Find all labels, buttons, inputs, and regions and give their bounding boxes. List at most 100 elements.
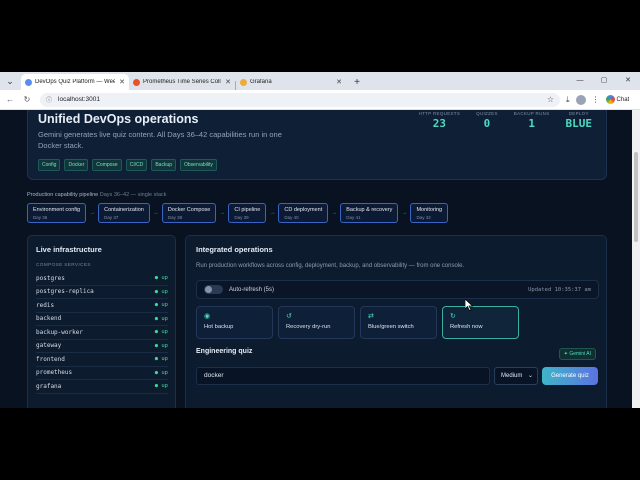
service-name: postgres [36, 274, 65, 282]
infrastructure-panel: Live infrastructure COMPOSE SERVICES pos… [27, 235, 176, 408]
list-item: backend ● up [36, 313, 168, 326]
status-badge: ● up [154, 329, 168, 336]
service-name: backup-worker [36, 328, 83, 336]
metric-value: BLUE [565, 117, 593, 130]
service-name: prometheus [36, 369, 73, 377]
action-label: Refresh now [450, 324, 483, 330]
url-field[interactable]: ⓘ localhost:3001 ☆ [40, 92, 560, 107]
avatar[interactable] [575, 94, 586, 105]
hot-backup-button[interactable]: ◉ Hot backup [196, 306, 273, 339]
close-icon[interactable]: ✕ [225, 78, 231, 86]
pipeline-subtitle: Days 36–42 — single stack [99, 192, 167, 198]
tab-title: Grafana [250, 79, 272, 85]
reload-icon[interactable]: ↻ [20, 95, 34, 104]
chat-button[interactable]: Chat [605, 95, 630, 104]
action-label: Hot backup [204, 324, 234, 330]
refresh-now-button[interactable]: ↻ Refresh now [442, 306, 519, 339]
stage-cd-deployment: CD deployment Day 40 [278, 203, 329, 223]
scrollbar-thumb[interactable] [634, 152, 638, 242]
page-title: Unified DevOps operations [38, 112, 199, 126]
list-item: postgres-replica ● up [36, 286, 168, 299]
close-icon[interactable]: ✕ [336, 78, 342, 86]
site-info-icon[interactable]: ⓘ [46, 95, 52, 104]
status-badge: ● up [154, 383, 168, 390]
status-badge: ● up [154, 275, 168, 282]
metric-backup-runs: BACKUP RUNS 1 [514, 111, 550, 130]
new-tab-icon[interactable]: + [350, 77, 364, 88]
chip-compose: Compose [92, 159, 122, 171]
gemini-badge: ✦ Gemini AI [558, 348, 596, 360]
auto-refresh-label: Auto-refresh (5s) [229, 286, 275, 293]
stage-ci-pipeline: CI pipeline Day 39 [228, 203, 267, 223]
stage-day: Day 37 [104, 215, 119, 220]
service-name: redis [36, 301, 55, 309]
pipeline-stages: Environment config Day 36 → Containeriza… [27, 203, 449, 223]
backup-icon: ◉ [204, 313, 211, 320]
prometheus-icon [133, 78, 140, 86]
stage-day: Day 39 [234, 215, 249, 220]
status-badge: ● up [154, 315, 168, 322]
switch-icon: ⇄ [368, 313, 374, 320]
stage-day: Day 36 [33, 215, 48, 220]
quiz-title: Engineering quiz [196, 348, 253, 355]
status-badge: ● up [154, 288, 168, 295]
page-scrollbar[interactable] [632, 110, 640, 408]
stage-day: Day 42 [416, 215, 431, 220]
chip-docker: Docker [64, 159, 89, 171]
address-bar-row: ← ↻ ⓘ localhost:3001 ☆ ⤓ ⋮ Chat [0, 90, 640, 110]
metric-quizzes: QUIZZES 0 [476, 111, 498, 130]
recovery-icon: ↺ [286, 313, 292, 320]
minimize-icon[interactable]: — [568, 72, 592, 90]
difficulty-select[interactable]: Medium ⌄ [494, 367, 538, 385]
maximize-icon[interactable]: ▢ [592, 72, 616, 90]
pipeline-title: Production capability pipeline Days 36–4… [27, 192, 166, 198]
tab-search-icon[interactable]: ⌄ [3, 74, 17, 88]
metrics-row: HTTP REQUESTS 23 QUIZZES 0 BACKUP RUNS 1… [419, 111, 592, 130]
download-icon[interactable]: ⤓ [566, 95, 570, 105]
stage-name: Monitoring [416, 207, 443, 213]
close-window-icon[interactable]: ✕ [616, 72, 640, 90]
tab-strip: ⌄ DevOps Quiz Platform — Week 6 ✕ Promet… [0, 72, 640, 90]
stage-docker-compose: Docker Compose Day 38 [161, 203, 217, 223]
stage-environment-config: Environment config Day 36 [27, 203, 87, 223]
auto-refresh-toggle[interactable] [204, 285, 223, 294]
tab-title: DevOps Quiz Platform — Week 6 [35, 79, 116, 85]
action-label: Blue/green switch [368, 324, 414, 330]
stage-name: Backup & recovery [346, 207, 393, 213]
chat-label: Chat [616, 96, 630, 103]
stage-monitoring: Monitoring Day 42 [410, 203, 449, 223]
stage-name: Docker Compose [167, 207, 211, 213]
difficulty-value: Medium [501, 373, 523, 379]
toolbar-right: ⤓ ⋮ Chat [566, 94, 630, 105]
chip-cicd: CI/CD [125, 159, 148, 171]
tab-prometheus[interactable]: Prometheus Time Series Collectio ✕ [129, 74, 235, 90]
stage-backup-recovery: Backup & recovery Day 41 [340, 203, 399, 223]
metric-http-requests: HTTP REQUESTS 23 [419, 111, 461, 130]
back-icon[interactable]: ← [3, 95, 17, 104]
browser-window: ⌄ DevOps Quiz Platform — Week 6 ✕ Promet… [0, 72, 640, 408]
chip-backup: Backup [151, 159, 177, 171]
quiz-topic-input[interactable]: docker [196, 367, 490, 385]
stage-day: Day 41 [346, 215, 361, 220]
arrow-right-icon: → [269, 210, 276, 216]
stage-day: Day 40 [284, 215, 299, 220]
generate-quiz-button[interactable]: Generate quiz [542, 367, 598, 385]
stage-name: CI pipeline [234, 207, 261, 213]
grafana-icon [240, 78, 247, 86]
bookmark-star-icon[interactable]: ☆ [547, 95, 554, 104]
url-text: localhost:3001 [58, 96, 100, 103]
chip-observability: Observability [180, 159, 217, 171]
metric-label: DEPLOY [568, 111, 589, 116]
stage-name: CD deployment [284, 207, 323, 213]
recovery-dry-run-button[interactable]: ↺ Recovery dry-run [278, 306, 355, 339]
tab-devops-quiz[interactable]: DevOps Quiz Platform — Week 6 ✕ [21, 74, 129, 90]
ops-title: Integrated operations [196, 245, 273, 254]
pipeline-title-text: Production capability pipeline [27, 192, 99, 198]
updated-timestamp: Updated 10:35:37 am [528, 286, 591, 293]
blue-green-switch-button[interactable]: ⇄ Blue/green switch [360, 306, 437, 339]
infra-title: Live infrastructure [36, 245, 102, 254]
close-icon[interactable]: ✕ [119, 78, 125, 86]
window-controls: — ▢ ✕ [568, 72, 640, 90]
tab-grafana[interactable]: Grafana ✕ [236, 74, 346, 90]
menu-icon[interactable]: ⋮ [592, 95, 600, 104]
